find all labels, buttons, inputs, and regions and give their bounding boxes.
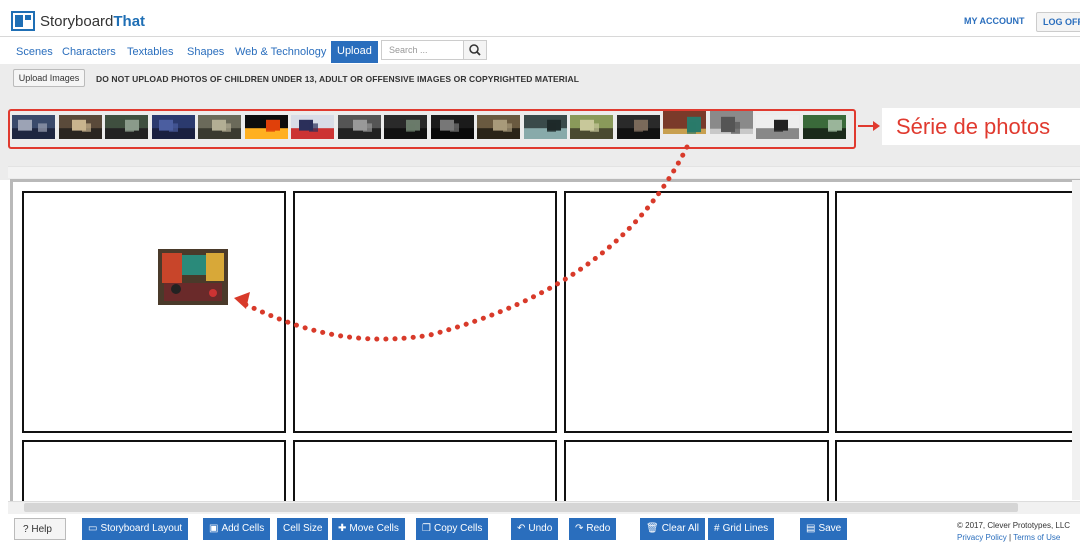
save-icon: ▤ xyxy=(806,523,816,534)
save-button[interactable]: ▤ Save xyxy=(800,518,848,540)
footer: © 2017, Clever Prototypes, LLC Privacy P… xyxy=(957,520,1070,544)
copy-cells-button[interactable]: ❐ Copy Cells xyxy=(416,518,489,540)
cell-size-button[interactable]: Cell Size xyxy=(277,518,329,540)
add-cells-icon: ▣ xyxy=(209,523,219,534)
redo-button[interactable]: ↷ Redo xyxy=(569,518,617,540)
grid-icon: # xyxy=(714,523,720,534)
move-cells-button[interactable]: ✚ Move Cells xyxy=(332,518,405,540)
help-icon: ? xyxy=(23,524,29,535)
storyboard-layout-button[interactable]: ▭ Storyboard Layout xyxy=(82,518,189,540)
grid-lines-button[interactable]: # Grid Lines xyxy=(708,518,775,540)
privacy-policy-link[interactable]: Privacy Policy xyxy=(957,533,1007,542)
terms-of-use-link[interactable]: Terms of Use xyxy=(1013,533,1060,542)
undo-button[interactable]: ↶ Undo xyxy=(511,518,559,540)
copy-icon: ❐ xyxy=(422,523,431,534)
footer-separator: | xyxy=(1009,533,1012,542)
add-cells-button[interactable]: ▣ Add Cells xyxy=(203,518,271,540)
move-icon: ✚ xyxy=(338,523,347,534)
dotted-arrow xyxy=(234,144,690,342)
clear-all-button[interactable]: 🗑 Clear All xyxy=(640,518,705,540)
vertical-scrollbar[interactable] xyxy=(1072,180,1080,500)
undo-icon: ↶ xyxy=(517,523,526,534)
trash-icon: 🗑 xyxy=(646,523,659,534)
help-button[interactable]: ? Help xyxy=(14,518,66,540)
copyright-text: © 2017, Clever Prototypes, LLC xyxy=(957,521,1071,530)
layout-icon: ▭ xyxy=(88,523,98,534)
horizontal-scrollbar-thumb[interactable] xyxy=(24,503,1018,512)
redo-icon: ↷ xyxy=(575,523,584,534)
